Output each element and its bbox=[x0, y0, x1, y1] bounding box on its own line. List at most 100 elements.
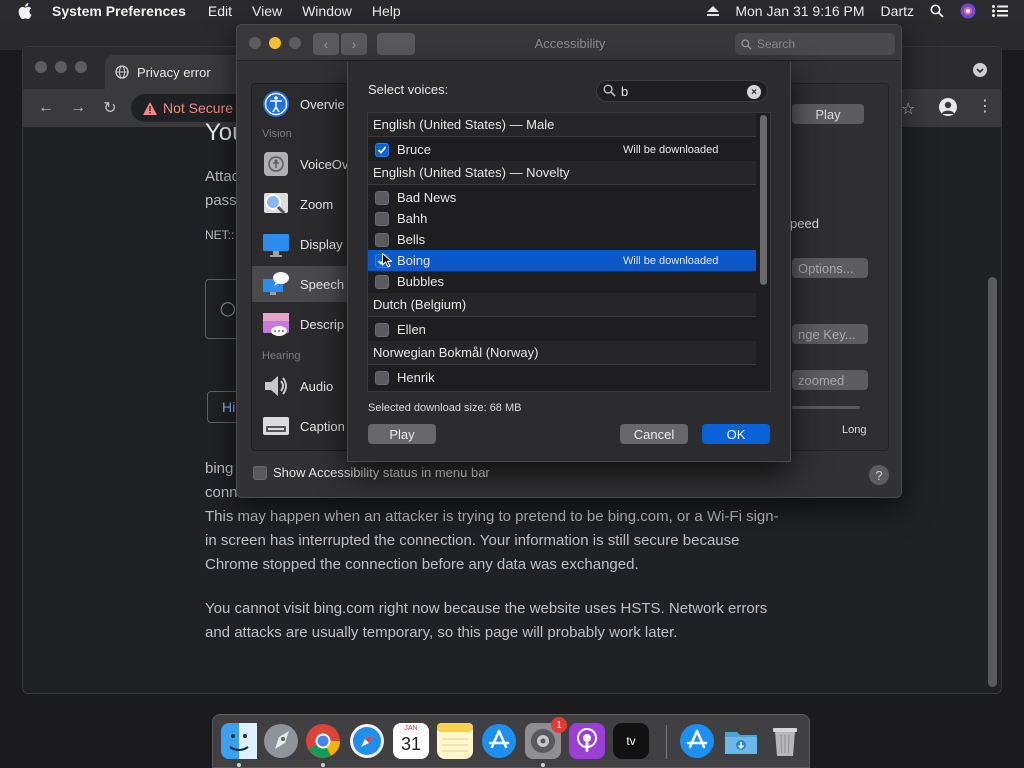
voice-row-bad-news[interactable]: Bad News bbox=[368, 187, 756, 208]
sidebar-item-label: VoiceOv bbox=[300, 156, 349, 172]
chrome-scrollbar[interactable] bbox=[988, 277, 997, 687]
downloads-folder-icon[interactable] bbox=[723, 723, 759, 759]
change-key-button[interactable]: nge Key... bbox=[792, 324, 868, 344]
siri-icon[interactable] bbox=[960, 3, 976, 19]
chrome-zoom-button[interactable] bbox=[75, 61, 87, 73]
error-paragraph-1-line-5: Chrome stopped the connection before any… bbox=[205, 556, 639, 573]
sidebar-item-label: Descrip bbox=[300, 316, 345, 332]
sidebar-item-overview[interactable]: Overvie bbox=[252, 86, 350, 122]
chrome-menu-icon[interactable]: ⋮ bbox=[977, 99, 993, 115]
voice-checkbox-bruce[interactable] bbox=[375, 142, 389, 157]
ok-button[interactable]: OK bbox=[702, 424, 770, 444]
menu-window[interactable]: Window bbox=[302, 3, 352, 19]
menu-edit[interactable]: Edit bbox=[208, 3, 232, 19]
accessibility-sidebar: Overvie Vision VoiceOv Zoom Display Spee bbox=[251, 83, 351, 451]
voice-row-ellen[interactable]: Ellen bbox=[368, 319, 756, 340]
trash-icon[interactable] bbox=[767, 723, 803, 759]
menu-view[interactable]: View bbox=[252, 3, 282, 19]
sheet-play-button[interactable]: Play bbox=[368, 424, 436, 444]
voice-group-header: Dutch (Belgium) bbox=[368, 293, 756, 317]
speaking-rate-label: peed bbox=[790, 216, 819, 231]
zoomed-select[interactable]: zoomed bbox=[792, 370, 868, 390]
eject-icon[interactable] bbox=[707, 6, 720, 16]
launchpad-icon[interactable] bbox=[263, 723, 299, 759]
menubar-clock[interactable]: Mon Jan 31 9:16 PM bbox=[735, 3, 864, 19]
reload-icon[interactable]: ↻ bbox=[101, 99, 119, 117]
show-status-checkbox[interactable] bbox=[253, 465, 267, 480]
mouse-cursor-icon bbox=[382, 253, 392, 268]
select-voices-title: Select voices: bbox=[368, 82, 449, 97]
syspref-search-field[interactable]: Search bbox=[735, 33, 895, 55]
voice-row-bells[interactable]: Bells bbox=[368, 229, 756, 250]
voice-list[interactable]: English (United States) — Male Bruce Wil… bbox=[367, 112, 771, 392]
voice-checkbox-bad-news[interactable] bbox=[375, 190, 389, 205]
error-line-1: Attac bbox=[205, 168, 240, 185]
sidebar-item-audio[interactable]: Audio bbox=[252, 368, 350, 404]
podcasts-icon[interactable] bbox=[569, 723, 605, 759]
apple-tv-icon[interactable]: tv bbox=[613, 723, 649, 759]
voice-row-boing[interactable]: Boing Will be downloaded bbox=[368, 250, 756, 271]
sidebar-item-label: Zoom bbox=[300, 196, 334, 212]
spotlight-search-icon[interactable] bbox=[930, 4, 944, 18]
safari-icon[interactable] bbox=[349, 723, 385, 759]
help-button[interactable]: ? bbox=[869, 465, 889, 485]
dock: JAN 31 1 tv bbox=[212, 714, 810, 768]
voice-checkbox-bells[interactable] bbox=[375, 232, 389, 247]
show-status-menu-row[interactable]: Show Accessibility status in menu bar bbox=[253, 465, 490, 480]
apple-menu-icon[interactable] bbox=[18, 1, 38, 21]
notification-center-icon[interactable] bbox=[992, 5, 1008, 17]
voice-row-bruce[interactable]: Bruce Will be downloaded bbox=[368, 139, 756, 160]
voice-search-field[interactable]: b × bbox=[596, 80, 768, 102]
globe-icon bbox=[115, 65, 129, 79]
voice-checkbox-henrik[interactable] bbox=[375, 370, 389, 385]
voice-row-bahh[interactable]: Bahh bbox=[368, 208, 756, 229]
voice-checkbox-bubbles[interactable] bbox=[375, 274, 389, 289]
voice-name: Bruce bbox=[397, 142, 431, 157]
menubar-user[interactable]: Dartz bbox=[881, 3, 914, 19]
checkmark-icon bbox=[377, 145, 387, 154]
error-code: NET:: bbox=[205, 228, 235, 242]
apple-tv-label: tv bbox=[626, 734, 636, 748]
sidebar-item-label: Display bbox=[300, 236, 343, 252]
chrome-minimize-button[interactable] bbox=[55, 61, 67, 73]
delay-slider[interactable] bbox=[792, 406, 860, 409]
syspref-search-placeholder: Search bbox=[757, 37, 796, 51]
clear-search-icon[interactable]: × bbox=[747, 85, 761, 99]
chrome-close-button[interactable] bbox=[35, 61, 47, 73]
app-store-downloads-icon[interactable] bbox=[679, 723, 715, 759]
lightbulb-icon: ◯ bbox=[220, 300, 236, 316]
zoom-icon bbox=[260, 188, 292, 220]
chrome-icon[interactable] bbox=[305, 723, 341, 759]
captions-icon bbox=[260, 410, 292, 442]
sidebar-item-speech[interactable]: Speech bbox=[252, 266, 350, 302]
back-arrow-icon[interactable]: ← bbox=[37, 99, 55, 117]
voice-checkbox-ellen[interactable] bbox=[375, 322, 389, 337]
chrome-tab-search-icon[interactable] bbox=[973, 63, 987, 77]
speech-options-button[interactable]: Options... bbox=[792, 258, 868, 278]
notes-icon[interactable] bbox=[437, 723, 473, 759]
voice-checkbox-bahh[interactable] bbox=[375, 211, 389, 226]
sidebar-item-captions[interactable]: Caption bbox=[252, 408, 350, 444]
system-preferences-icon[interactable]: 1 bbox=[525, 717, 567, 759]
app-store-icon[interactable] bbox=[481, 723, 517, 759]
sidebar-item-zoom[interactable]: Zoom bbox=[252, 186, 350, 222]
voice-row-bubbles[interactable]: Bubbles bbox=[368, 271, 756, 292]
menu-help[interactable]: Help bbox=[372, 3, 401, 19]
profile-avatar-icon[interactable] bbox=[939, 98, 957, 116]
sidebar-item-display[interactable]: Display bbox=[252, 226, 350, 262]
sidebar-item-descriptions[interactable]: Descrip bbox=[252, 306, 350, 342]
omnibox[interactable]: Not Secure bbox=[131, 94, 251, 122]
audio-icon bbox=[260, 370, 292, 402]
speech-play-button[interactable]: Play bbox=[792, 104, 864, 124]
finder-icon[interactable] bbox=[221, 723, 257, 759]
cancel-button[interactable]: Cancel bbox=[620, 424, 688, 444]
forward-arrow-icon[interactable]: → bbox=[69, 99, 87, 117]
sidebar-item-voiceover[interactable]: VoiceOv bbox=[252, 146, 350, 182]
calendar-day: 31 bbox=[400, 734, 422, 754]
voice-list-scrollbar[interactable] bbox=[760, 115, 767, 285]
app-name-menu[interactable]: System Preferences bbox=[52, 3, 186, 19]
bookmark-star-icon[interactable]: ☆ bbox=[901, 99, 915, 119]
voice-search-icon bbox=[603, 84, 616, 100]
voice-row-henrik[interactable]: Henrik bbox=[368, 367, 756, 388]
calendar-icon[interactable]: JAN 31 bbox=[393, 723, 429, 759]
